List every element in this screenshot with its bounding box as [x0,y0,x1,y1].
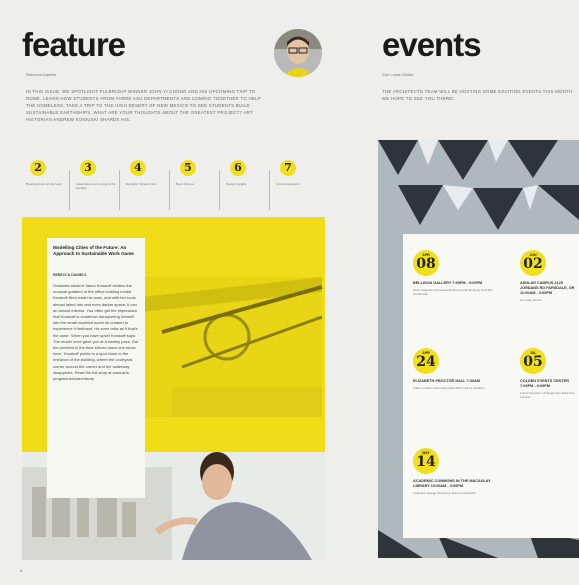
divider [119,170,120,210]
events-intro: The architects team will be hosting some… [382,89,574,101]
event-title: Academic Commons in the Macaulay Library… [413,479,491,488]
contents-number-row: 2 Breaking down at the heart 3 Latest ab… [26,160,302,210]
event-item[interactable]: JUL 05 Colden Events Center 7:00PM - 9:0… [520,348,579,399]
contents-caption: Latest about art coming to the hospital [76,182,116,190]
event-title: Ashlar Campus 2125 Jordans Rd Farsdale, … [520,281,575,295]
contents-caption: Spotlight: Wheels hold [126,182,156,186]
contents-item[interactable]: 5 Book Review [176,160,218,210]
contents-item[interactable]: 3 Latest about art coming to the hospita… [76,160,118,210]
article-title: Modelling Cities of the Future: An Appro… [53,245,134,256]
event-detail: Future Direction of Design Eco 2012 Arts… [520,391,575,399]
number-badge: 2 [30,160,46,176]
date-badge: JUL 05 [520,348,546,374]
event-item[interactable]: APR 08 Bellison Gallery 7:00PM - 9:00PM … [413,250,503,296]
contents-caption: Book Review [176,182,194,186]
event-title: Colden Events Center 7:00PM - 9:00PM [520,379,569,388]
page-number: 4 [20,568,23,573]
article-body: Graduate student Jason Kroskoff studies … [53,283,139,382]
event-detail: Clarion Guild to Succeed Class 2007 Call… [413,386,485,390]
event-title: Bellison Gallery 7:00PM - 9:00PM [413,281,483,285]
event-detail: Art major shows [520,298,542,302]
event-day: 08 [416,256,436,272]
feature-heading: feature [22,26,126,63]
divider [69,170,70,210]
event-detail: Peter Pedersen discusses Environmental I… [413,288,493,296]
contents-item[interactable]: 6 Design Insights [226,160,268,210]
contents-item[interactable]: 4 Spotlight: Wheels hold [126,160,168,210]
event-day: 14 [416,454,436,470]
divider [169,170,170,210]
contents-item[interactable]: 7 Upcoming Events [276,160,318,210]
article-author: REBECCA DANIELS [53,273,87,277]
number-badge: 3 [80,160,96,176]
event-day: 24 [416,354,436,370]
event-title: Elizabeth Proctor Hall 7:30AM [413,379,480,383]
date-badge: APR 24 [413,348,439,374]
author-avatar [274,29,322,77]
divider [219,170,220,210]
contents-item[interactable]: 2 Breaking down at the heart [26,160,68,210]
number-badge: 7 [280,160,296,176]
event-item[interactable]: JUN 02 Ashlar Campus 2125 Jordans Rd Far… [520,250,579,302]
event-day: 05 [523,354,543,370]
date-badge: APR 08 [413,250,439,276]
number-badge: 6 [230,160,246,176]
feature-intro: In this issue, we spotlight Fulbright wi… [26,89,261,122]
events-byline: Sue Lucas Stratis [382,72,414,77]
date-badge: MAY 14 [413,448,439,474]
feature-byline: Rebecca Daniels [26,72,57,77]
events-heading: events [382,26,482,63]
number-badge: 5 [180,160,196,176]
event-item[interactable]: APR 24 Elizabeth Proctor Hall 7:30AM Cla… [413,348,503,390]
divider [269,170,270,210]
event-item[interactable]: MAY 14 Academic Commons in the Macaulay … [413,448,503,495]
event-day: 02 [523,256,543,272]
number-badge: 4 [130,160,146,176]
contents-caption: Breaking down at the heart [26,182,62,186]
contents-caption: Design Insights [226,182,247,186]
date-badge: JUN 02 [520,250,546,276]
contents-caption: Upcoming Events [276,182,300,186]
event-detail: Collective Design Workshop Teams of stud… [413,491,476,495]
